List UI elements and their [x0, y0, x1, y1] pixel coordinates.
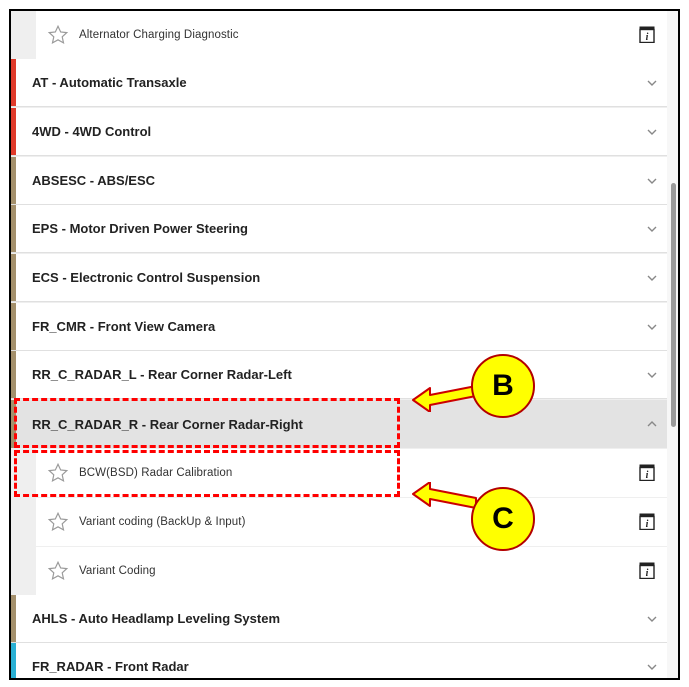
- chevron-down-icon[interactable]: [645, 76, 659, 90]
- svg-text:i: i: [646, 568, 649, 579]
- list-item-variant-coding[interactable]: Variant Coding i: [36, 547, 669, 595]
- highlight-box-b: [14, 398, 400, 448]
- section-color-bar: [11, 157, 16, 204]
- section-color-bar: [11, 303, 16, 350]
- star-icon[interactable]: [47, 24, 69, 46]
- section-title: AHLS - Auto Headlamp Leveling System: [32, 611, 281, 626]
- chevron-down-icon[interactable]: [645, 271, 659, 285]
- section-rr-c-radar-l[interactable]: RR_C_RADAR_L - Rear Corner Radar-Left: [11, 351, 669, 399]
- section-color-bar: [11, 351, 16, 398]
- section-color-bar: [11, 643, 16, 678]
- chevron-down-icon[interactable]: [645, 125, 659, 139]
- svg-text:i: i: [646, 470, 649, 481]
- section-ecs[interactable]: ECS - Electronic Control Suspension: [11, 254, 669, 302]
- section-title: AT - Automatic Transaxle: [32, 75, 187, 90]
- star-icon[interactable]: [47, 511, 69, 533]
- section-color-bar: [11, 108, 16, 155]
- chevron-up-icon[interactable]: [645, 417, 659, 431]
- list-item-variant-coding-backup[interactable]: Variant coding (BackUp & Input) i: [36, 498, 669, 546]
- callout-b: B: [471, 354, 535, 418]
- section-fr-radar[interactable]: FR_RADAR - Front Radar: [11, 643, 669, 678]
- chevron-down-icon[interactable]: [645, 368, 659, 382]
- chevron-down-icon[interactable]: [645, 612, 659, 626]
- section-fr-cmr[interactable]: FR_CMR - Front View Camera: [11, 303, 669, 351]
- section-title: ECS - Electronic Control Suspension: [32, 270, 261, 285]
- section-title: FR_RADAR - Front Radar: [32, 659, 189, 674]
- section-absesc[interactable]: ABSESC - ABS/ESC: [11, 157, 669, 205]
- svg-text:i: i: [646, 32, 649, 43]
- info-icon[interactable]: i: [639, 464, 655, 482]
- chevron-down-icon[interactable]: [645, 174, 659, 188]
- info-icon[interactable]: i: [639, 562, 655, 580]
- section-color-bar: [11, 595, 16, 642]
- section-title: RR_C_RADAR_L - Rear Corner Radar-Left: [32, 367, 292, 382]
- chevron-down-icon[interactable]: [645, 660, 659, 674]
- svg-text:i: i: [646, 519, 649, 530]
- arrow-c-icon: [412, 482, 477, 509]
- section-title: 4WD - 4WD Control: [32, 124, 152, 139]
- scrollbar-thumb[interactable]: [671, 183, 676, 427]
- section-ahls[interactable]: AHLS - Auto Headlamp Leveling System: [11, 595, 669, 643]
- item-label: Variant coding (BackUp & Input): [79, 516, 246, 528]
- section-color-bar: [11, 59, 16, 106]
- callout-c: C: [471, 487, 535, 551]
- highlight-box-c: [14, 450, 400, 497]
- section-title: ABSESC - ABS/ESC: [32, 173, 156, 188]
- section-at[interactable]: AT - Automatic Transaxle: [11, 59, 669, 107]
- section-title: FR_CMR - Front View Camera: [32, 319, 216, 334]
- section-color-bar: [11, 205, 16, 252]
- arrow-b-icon: [412, 385, 477, 412]
- info-icon[interactable]: i: [639, 26, 655, 44]
- section-color-bar: [11, 254, 16, 301]
- chevron-down-icon[interactable]: [645, 222, 659, 236]
- info-icon[interactable]: i: [639, 513, 655, 531]
- list-item-alternator-charging[interactable]: Alternator Charging Diagnostic i: [36, 11, 669, 59]
- diagnostic-list-panel: Alternator Charging Diagnostic i AT - Au…: [9, 9, 680, 680]
- star-icon[interactable]: [47, 560, 69, 582]
- item-label: Variant Coding: [79, 565, 156, 577]
- item-label: Alternator Charging Diagnostic: [79, 29, 239, 41]
- scrollbar[interactable]: [667, 11, 678, 678]
- chevron-down-icon[interactable]: [645, 320, 659, 334]
- section-4wd[interactable]: 4WD - 4WD Control: [11, 108, 669, 156]
- section-title: EPS - Motor Driven Power Steering: [32, 221, 248, 236]
- section-eps[interactable]: EPS - Motor Driven Power Steering: [11, 205, 669, 253]
